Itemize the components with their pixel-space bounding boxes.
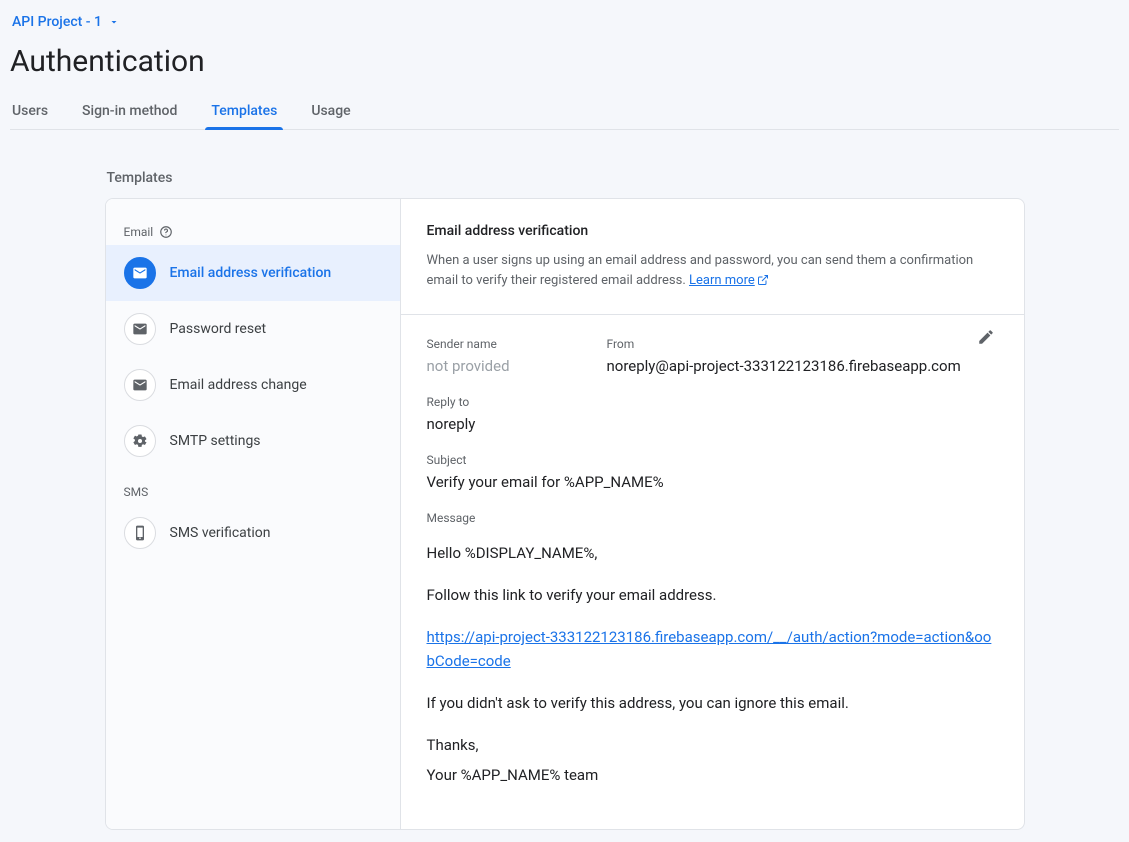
page-title: Authentication	[10, 44, 1119, 79]
sidebar-item-label: Email address change	[170, 377, 307, 393]
help-icon[interactable]	[159, 225, 173, 239]
mail-icon	[124, 313, 156, 345]
templates-card: Email Email address verification Passwor…	[105, 198, 1025, 830]
sidebar-item-email-verification[interactable]: Email address verification	[106, 245, 400, 301]
message-body: Hello %DISPLAY_NAME%, Follow this link t…	[427, 541, 998, 787]
sidebar-item-password-reset[interactable]: Password reset	[106, 301, 400, 357]
external-link-icon	[757, 274, 769, 286]
templates-sidebar: Email Email address verification Passwor…	[106, 199, 401, 829]
subject-value: Verify your email for %APP_NAME%	[427, 473, 998, 491]
learn-more-link[interactable]: Learn more	[689, 273, 769, 288]
project-name: API Project - 1	[12, 14, 102, 30]
mail-icon	[124, 369, 156, 401]
tab-users[interactable]: Users	[10, 93, 50, 129]
tab-templates[interactable]: Templates	[209, 93, 279, 129]
sender-name-value: not provided	[427, 357, 567, 375]
mail-icon	[124, 257, 156, 289]
reply-to-value: noreply	[427, 415, 998, 433]
tab-signin-method[interactable]: Sign-in method	[80, 93, 179, 129]
group-label-email: Email	[106, 219, 400, 245]
sidebar-item-label: Email address verification	[170, 265, 332, 281]
template-detail: Email address verification When a user s…	[401, 199, 1024, 829]
group-label-sms: SMS	[106, 479, 400, 505]
gear-icon	[124, 425, 156, 457]
edit-button[interactable]	[968, 319, 1004, 355]
section-title: Templates	[107, 170, 1025, 186]
detail-description: When a user signs up using an email addr…	[427, 251, 998, 290]
field-message: Message Hello %DISPLAY_NAME%, Follow thi…	[427, 511, 998, 787]
sidebar-item-label: SMS verification	[170, 525, 271, 541]
sidebar-item-smtp-settings[interactable]: SMTP settings	[106, 413, 400, 469]
sidebar-item-label: Password reset	[170, 321, 267, 337]
field-subject: Subject Verify your email for %APP_NAME%	[427, 453, 998, 491]
phone-icon	[124, 517, 156, 549]
sidebar-item-sms-verification[interactable]: SMS verification	[106, 505, 400, 561]
field-sender-name: Sender name not provided	[427, 337, 567, 375]
field-from: From noreply@api-project-333122123186.fi…	[607, 337, 961, 375]
pencil-icon	[977, 328, 995, 346]
action-link[interactable]: https://api-project-333122123186.firebas…	[427, 628, 992, 670]
from-value: noreply@api-project-333122123186.firebas…	[607, 357, 961, 375]
field-reply-to: Reply to noreply	[427, 395, 998, 433]
project-selector[interactable]: API Project - 1	[10, 10, 122, 34]
sidebar-item-label: SMTP settings	[170, 433, 261, 449]
chevron-down-icon	[108, 16, 120, 28]
sidebar-item-email-change[interactable]: Email address change	[106, 357, 400, 413]
tab-usage[interactable]: Usage	[309, 93, 352, 129]
detail-title: Email address verification	[427, 223, 998, 239]
tabs: Users Sign-in method Templates Usage	[10, 93, 1119, 130]
